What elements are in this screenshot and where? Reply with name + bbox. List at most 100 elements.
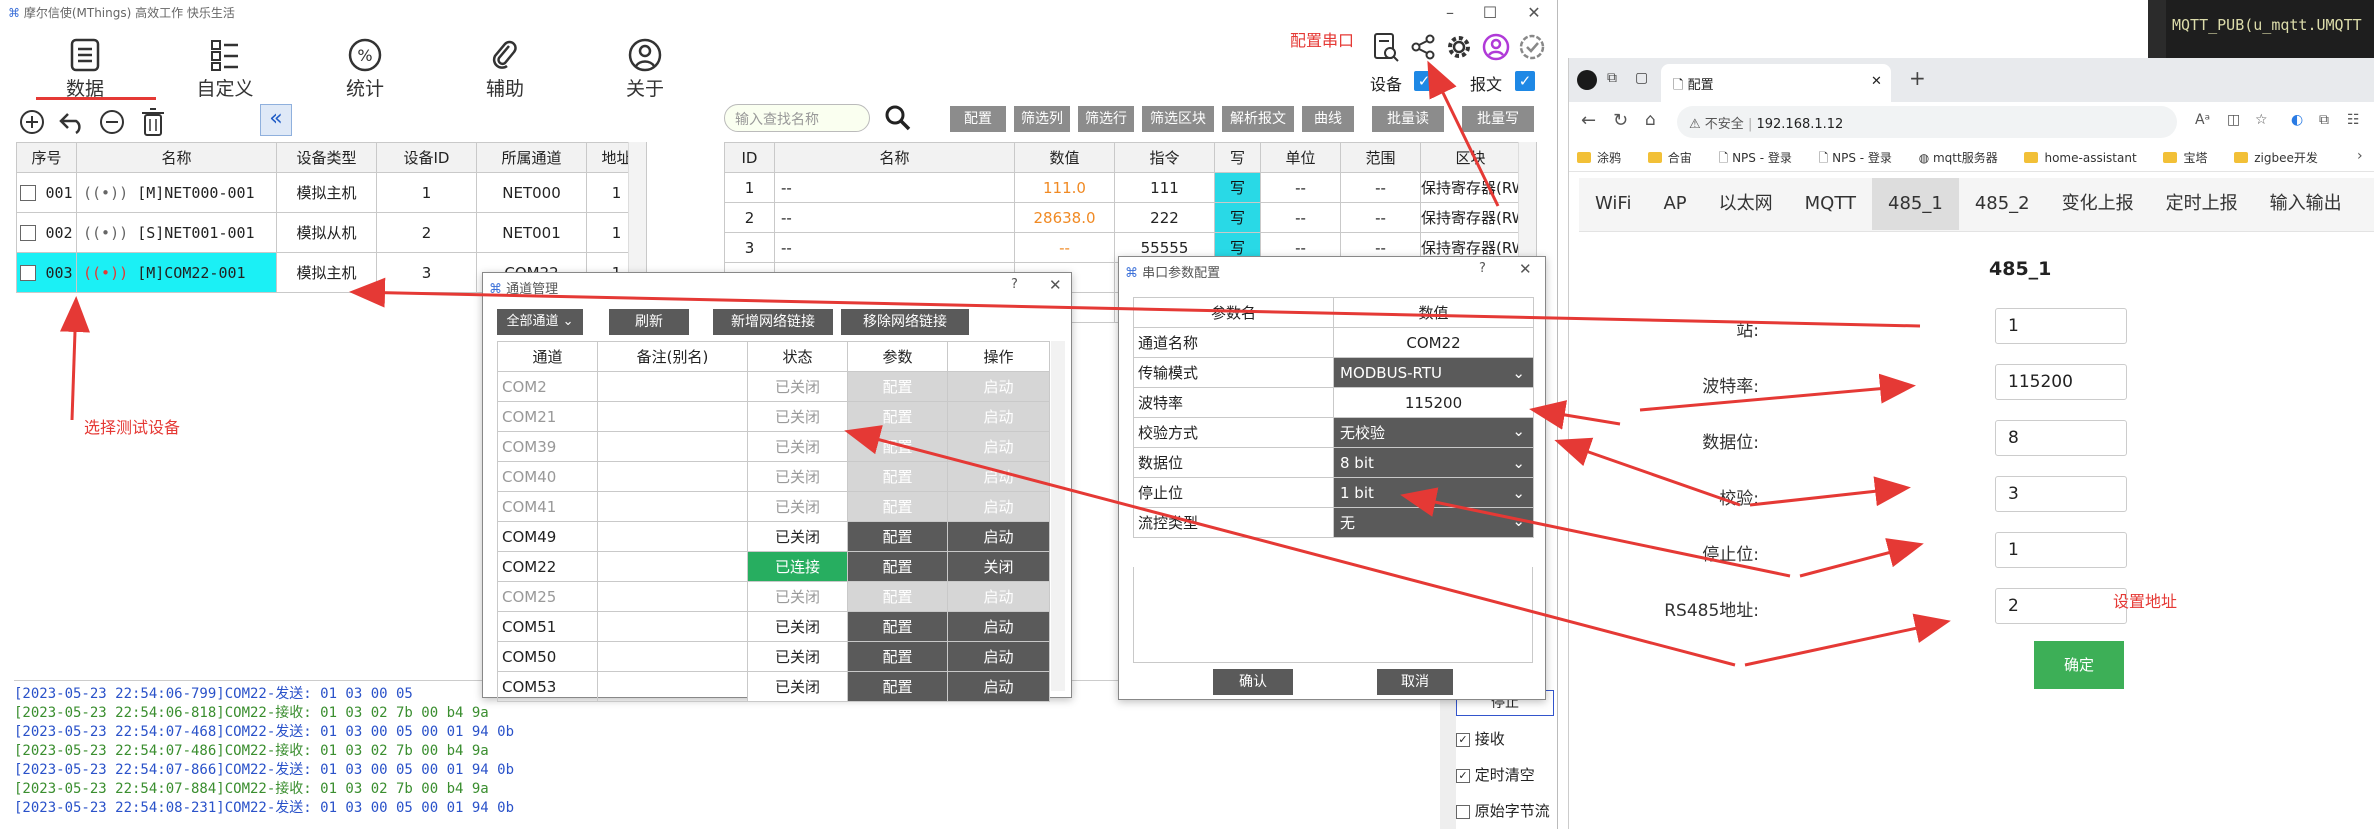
param-select[interactable]: 8 bit ⌄ xyxy=(1333,447,1534,478)
channel-alias[interactable] xyxy=(597,581,748,612)
channel-config-button[interactable]: 配置 xyxy=(847,401,948,432)
checkbox[interactable]: ✓ xyxy=(1456,732,1470,747)
tab-ethernet[interactable]: 以太网 xyxy=(1703,178,1789,230)
channel-config-button[interactable]: 配置 xyxy=(847,611,948,642)
param-input[interactable]: 115200 xyxy=(1333,387,1534,418)
trash-icon[interactable] xyxy=(140,107,166,137)
collections-icon[interactable]: ⧉ xyxy=(2319,112,2329,128)
confirm-button[interactable]: 确认 xyxy=(1213,669,1293,695)
channel-row[interactable]: COM51 已关闭 配置 启动 xyxy=(497,611,1050,642)
channel-config-button[interactable]: 配置 xyxy=(847,551,948,582)
profile-icon[interactable] xyxy=(1577,70,1597,90)
channel-alias[interactable] xyxy=(597,671,748,702)
table-row[interactable]: 002 ((•)) [S]NET001-001 模拟从机 2 NET001 1 xyxy=(16,212,647,253)
channel-toggle-button[interactable]: 启动 xyxy=(947,611,1050,642)
channel-config-button[interactable]: 配置 xyxy=(847,521,948,552)
bookmark[interactable]: ◍ mqtt服务器 xyxy=(1919,149,1998,166)
channel-config-button[interactable]: 配置 xyxy=(847,641,948,672)
gear-icon[interactable] xyxy=(1445,33,1473,61)
channel-row[interactable]: COM21 已关闭 配置 启动 xyxy=(497,401,1050,432)
message-log[interactable]: [2023-05-23 22:54:06-799]COM22-发送: 01 03… xyxy=(14,680,1434,829)
bookmark[interactable]: zigbee开发 xyxy=(2234,149,2318,166)
nav-assist[interactable]: 辅助 xyxy=(450,32,560,102)
favorites-bar-icon[interactable]: ☷ xyxy=(2347,112,2360,128)
channel-alias[interactable] xyxy=(597,551,748,582)
tab-mqtt[interactable]: MQTT xyxy=(1789,178,1872,230)
remove-net-link-button[interactable]: 移除网络链接 xyxy=(841,309,969,335)
param-select[interactable]: 无校验 ⌄ xyxy=(1333,417,1534,448)
filter-rows-button[interactable]: 筛选行 xyxy=(1078,106,1134,132)
row-checkbox[interactable] xyxy=(20,265,37,281)
refresh-button[interactable]: 刷新 xyxy=(609,309,689,335)
channel-config-button[interactable]: 配置 xyxy=(847,371,948,402)
col-header[interactable]: 写 xyxy=(1214,142,1261,173)
home-icon[interactable]: ⌂ xyxy=(1645,110,1656,130)
all-channels-dropdown[interactable]: 全部通道 ⌄ xyxy=(497,309,583,335)
channel-config-button[interactable]: 配置 xyxy=(847,461,948,492)
write-button[interactable]: 写 xyxy=(1214,202,1261,233)
bookmark[interactable]: home-assistant xyxy=(2024,151,2137,165)
col-header[interactable]: 所属通道 xyxy=(476,142,587,173)
batch-write-button[interactable]: 批量写 xyxy=(1462,106,1534,132)
col-header[interactable]: 指令 xyxy=(1114,142,1215,173)
remove-icon[interactable] xyxy=(98,108,126,136)
col-header[interactable]: 名称 xyxy=(76,142,277,173)
help-icon[interactable]: ? xyxy=(1011,277,1018,292)
bookmark[interactable]: 🗋 NPS - 登录 xyxy=(1719,149,1792,170)
table-row[interactable]: 001 ((•)) [M]NET000-001 模拟主机 1 NET000 1 xyxy=(16,172,647,213)
channel-alias[interactable] xyxy=(597,401,748,432)
tab-wifi[interactable]: WiFi xyxy=(1579,178,1647,230)
tab-timed-report[interactable]: 定时上报 xyxy=(2150,178,2254,230)
channel-config-button[interactable]: 配置 xyxy=(847,671,948,702)
bookmark[interactable]: 🗋 NPS - 登录 xyxy=(1819,149,1892,170)
channel-toggle-button[interactable]: 启动 xyxy=(947,401,1050,432)
batch-read-button[interactable]: 批量读 xyxy=(1372,106,1444,132)
channel-alias[interactable] xyxy=(597,461,748,492)
stopbits-input[interactable]: 1 xyxy=(1995,532,2127,568)
undo-icon[interactable] xyxy=(58,108,86,136)
param-row[interactable]: 波特率 115200 xyxy=(1133,387,1534,418)
channel-row[interactable]: COM53 已关闭 配置 启动 xyxy=(497,671,1050,702)
account-icon[interactable] xyxy=(1482,33,1510,61)
channel-alias[interactable] xyxy=(597,371,748,402)
filter-columns-button[interactable]: 筛选列 xyxy=(1014,106,1070,132)
checkbox[interactable]: ✓ xyxy=(1456,768,1470,783)
close-tab-icon[interactable]: ✕ xyxy=(1871,74,1882,89)
point-command[interactable]: 111 xyxy=(1114,172,1215,203)
bookmark[interactable]: 涂鸦 xyxy=(1577,149,1621,166)
close-icon[interactable]: ✕ xyxy=(1519,260,1532,278)
submit-button[interactable]: 确定 xyxy=(2034,641,2124,689)
col-header[interactable]: 区块 xyxy=(1420,142,1521,173)
channel-config-button[interactable]: 配置 xyxy=(847,431,948,462)
param-input[interactable]: COM22 xyxy=(1333,327,1534,358)
param-select[interactable]: MODBUS-RTU ⌄ xyxy=(1333,357,1534,388)
split-screen-icon[interactable]: ◫ xyxy=(2227,112,2240,128)
baud-input[interactable]: 115200 xyxy=(1995,364,2127,400)
minimize-button[interactable]: – xyxy=(1432,0,1468,26)
rs485-address-input[interactable]: 2 xyxy=(1995,588,2127,624)
option-auto-clear[interactable]: ✓ 定时清空 xyxy=(1456,764,1535,785)
channel-alias[interactable] xyxy=(597,611,748,642)
tab-ap[interactable]: AP xyxy=(1647,178,1702,230)
row-checkbox[interactable] xyxy=(20,185,37,201)
param-select[interactable]: 无 ⌄ xyxy=(1333,507,1534,538)
channel-row[interactable]: COM40 已关闭 配置 启动 xyxy=(497,461,1050,492)
bookmark[interactable]: 合宙 xyxy=(1647,149,1692,166)
channel-row[interactable]: COM41 已关闭 配置 启动 xyxy=(497,491,1050,522)
col-header[interactable]: ID xyxy=(724,142,775,173)
search-input[interactable]: 输入查找名称 xyxy=(724,104,870,132)
workspaces-icon[interactable]: ⧉ xyxy=(1607,70,1617,86)
channel-toggle-button[interactable]: 启动 xyxy=(947,491,1050,522)
share-icon[interactable] xyxy=(1410,34,1436,60)
add-icon[interactable] xyxy=(18,108,46,136)
channel-toggle-button[interactable]: 启动 xyxy=(947,671,1050,702)
favorite-icon[interactable]: ☆ xyxy=(2255,112,2268,128)
param-row[interactable]: 流控类型无 ⌄ xyxy=(1133,507,1534,538)
help-icon[interactable]: ? xyxy=(1479,261,1486,276)
option-raw-bytes[interactable]: 原始字节流 xyxy=(1456,800,1550,821)
col-header[interactable]: 设备类型 xyxy=(276,142,377,173)
close-button[interactable]: ✕ xyxy=(1516,0,1552,26)
channel-toggle-button[interactable]: 启动 xyxy=(947,461,1050,492)
col-header[interactable]: 数值 xyxy=(1014,142,1115,173)
table-row[interactable]: 2 -- 28638.0 222 写 -- -- 保持寄存器(RW) xyxy=(724,202,1537,233)
